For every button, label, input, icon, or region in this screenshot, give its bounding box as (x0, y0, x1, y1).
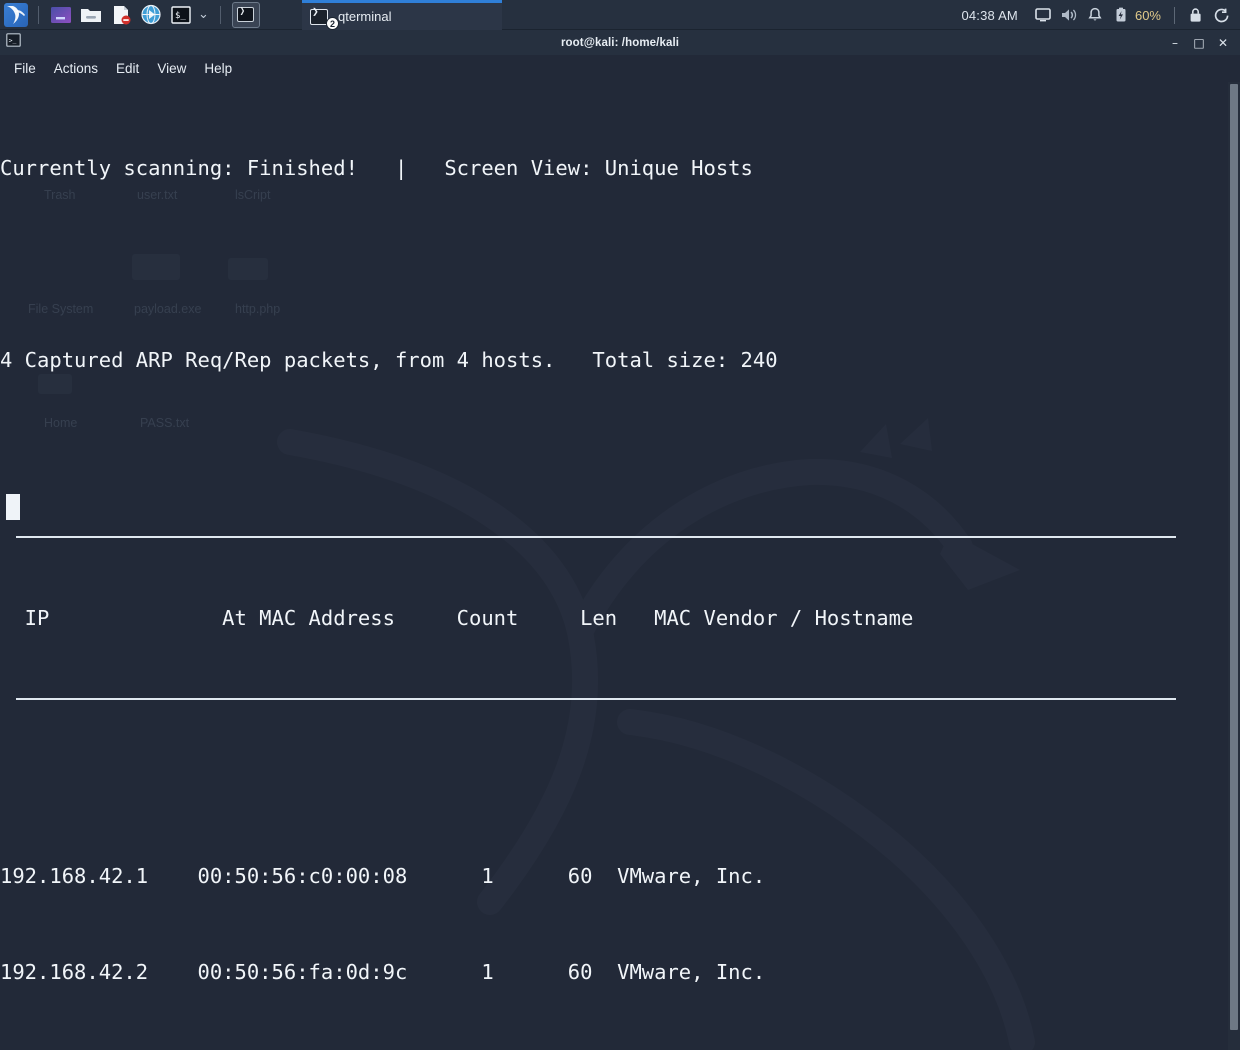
volume-icon[interactable] (1056, 0, 1082, 30)
table-header-row: IP At MAC Address Count Len MAC Vendor /… (0, 606, 914, 630)
globe-svg (141, 4, 161, 25)
menu-item-help[interactable]: Help (196, 58, 240, 79)
launcher-divider (38, 5, 39, 24)
terminal-window: >_ root@kali: /home/kali – □ ✕ File Acti… (0, 30, 1240, 1050)
bell-icon[interactable] (1082, 0, 1108, 30)
kali-dragon-svg (7, 5, 25, 24)
display-svg (1035, 8, 1051, 22)
window-titlebar[interactable]: >_ root@kali: /home/kali – □ ✕ (0, 30, 1240, 55)
root-terminal-icon[interactable]: $_ (168, 2, 194, 28)
volume-svg (1061, 9, 1077, 21)
terminal-line-summary: 4 Captured ARP Req/Rep packets, from 4 h… (0, 348, 778, 372)
menu-item-edit[interactable]: Edit (108, 58, 147, 79)
file-manager-icon[interactable] (78, 2, 104, 28)
close-button[interactable]: ✕ (1212, 32, 1234, 54)
root-terminal-svg: $_ (171, 5, 191, 24)
battery-charging-icon[interactable] (1108, 0, 1134, 30)
logout-svg (1214, 8, 1228, 23)
chevron-down-icon[interactable]: ⌄ (198, 7, 209, 22)
table-row: 192.168.42.2 00:50:56:fa:0d:9c 1 60 VMwa… (0, 960, 766, 984)
web-browser-icon[interactable] (138, 2, 164, 28)
battery-svg (1116, 7, 1126, 22)
terminal-emulator-icon[interactable] (48, 2, 74, 28)
scrollbar-thumb[interactable] (1230, 84, 1238, 1030)
text-editor-icon[interactable] (108, 2, 134, 28)
svg-text:$_: $_ (175, 11, 186, 21)
menu-item-file[interactable]: File (6, 58, 44, 79)
terminal-output: Currently scanning: Finished! | Screen V… (0, 82, 1240, 1050)
table-rule-top (16, 536, 1176, 538)
folder-svg (81, 8, 101, 22)
menubar: File Actions Edit View Help (0, 55, 1240, 82)
terminal-icon (237, 7, 255, 22)
system-tray: 04:38 AM 60% (961, 0, 1234, 30)
terminal-line-blank-1 (0, 248, 1240, 280)
task-button-qterminal[interactable]: 2 qterminal (302, 0, 502, 30)
clock[interactable]: 04:38 AM (961, 8, 1018, 23)
terminal-line-blank-2 (0, 440, 1240, 472)
lock-svg (1190, 8, 1201, 22)
window-count-badge: 2 (326, 17, 339, 30)
taskbar-launchers: $_ ⌄ (0, 0, 260, 30)
window-list-divider (219, 5, 221, 24)
menu-item-actions[interactable]: Actions (46, 58, 106, 79)
terminal-body[interactable]: Trash user.txt lsCript File System paylo… (0, 82, 1240, 1050)
window-controls: – □ ✕ (1164, 30, 1234, 55)
battery-percent: 60% (1134, 7, 1161, 23)
task-button-label: qterminal (338, 9, 392, 24)
window-list-button[interactable] (231, 1, 260, 28)
terminal-cursor (6, 494, 20, 520)
display-icon[interactable] (1030, 0, 1056, 30)
terminal-line-status: Currently scanning: Finished! | Screen V… (0, 156, 753, 180)
table-row: 192.168.42.1 00:50:56:c0:00:08 1 60 VMwa… (0, 864, 766, 888)
window-title: root@kali: /home/kali (560, 36, 680, 49)
lock-icon[interactable] (1182, 0, 1208, 30)
table-rule-bottom (16, 698, 1176, 700)
terminal-emulator-svg (51, 6, 71, 23)
terminal-scrollbar[interactable] (1228, 82, 1240, 1050)
tray-divider (1174, 6, 1175, 24)
menu-item-view[interactable]: View (149, 58, 194, 79)
minimize-button[interactable]: – (1164, 32, 1186, 54)
maximize-button[interactable]: □ (1188, 32, 1210, 54)
document-svg (114, 5, 131, 24)
terminal-line-blank-3 (0, 764, 1240, 796)
bell-svg (1088, 7, 1102, 21)
taskbar: $_ ⌄ 2 qterminal 04:38 AM (0, 0, 1240, 30)
kali-dragon-glyph (4, 2, 28, 27)
logout-icon[interactable] (1208, 0, 1234, 30)
kali-menu-icon[interactable] (3, 2, 29, 28)
